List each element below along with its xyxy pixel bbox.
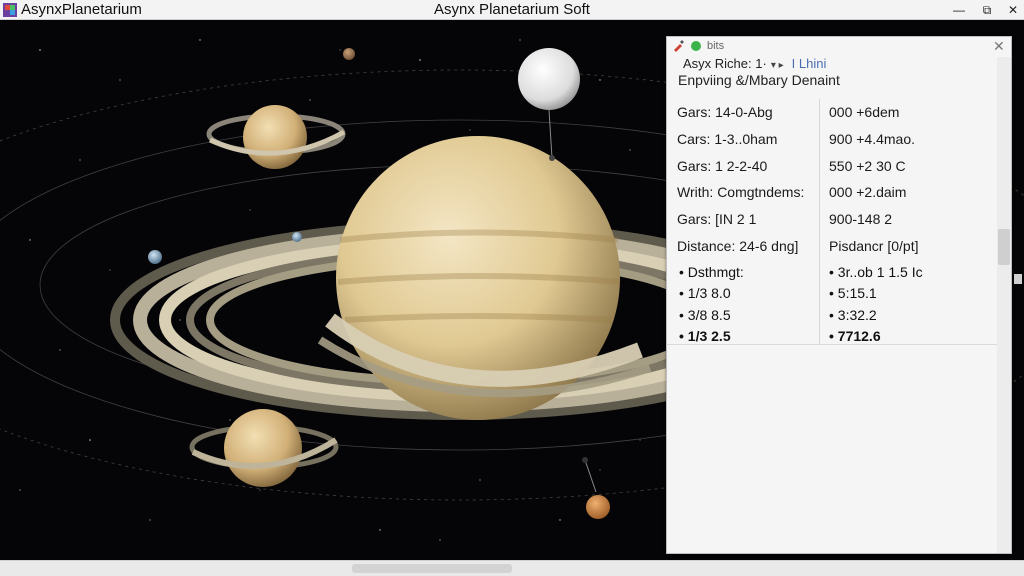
table-row[interactable]: Cars: 1-3..0ham 900 +4.4mao. bbox=[667, 126, 997, 152]
row-label: Gars: [IN 2 1 bbox=[677, 211, 757, 227]
row-value: 550 +2 30 C bbox=[829, 158, 906, 174]
subtitle-hint-link[interactable]: I Lhini bbox=[792, 56, 827, 71]
list-value: • 5:15.1 bbox=[829, 285, 877, 301]
table-row[interactable]: Gars: 14-0-Abg 000 +6dem bbox=[667, 99, 997, 125]
list-value: • 7712.6 bbox=[829, 328, 881, 344]
minimize-button[interactable]: — bbox=[950, 2, 968, 18]
white-moon[interactable] bbox=[518, 48, 580, 161]
row-value: 900-148 2 bbox=[829, 211, 893, 227]
info-panel: bits ✕ Asyx Riche: 1· ▾ ▸ I Lhini Enpviing… bbox=[666, 36, 1012, 554]
resize-handle[interactable] bbox=[1014, 274, 1022, 284]
table-row[interactable]: Gars: 1 2-2-40 550 +2 30 C bbox=[667, 153, 997, 179]
list-value: • 3:32.2 bbox=[829, 307, 877, 323]
row-label: Cars: 1-3..0ham bbox=[677, 131, 778, 147]
maximize-button[interactable]: ⧉ bbox=[978, 2, 996, 18]
tool-icon[interactable] bbox=[672, 40, 684, 52]
row-value: 000 +2.daim bbox=[829, 184, 907, 200]
brown-moon[interactable] bbox=[343, 48, 355, 60]
list-value: • 3r..ob 1 1.5 Ic bbox=[829, 264, 923, 280]
row-value: 000 +6dem bbox=[829, 104, 900, 120]
blue-moon[interactable] bbox=[292, 232, 302, 242]
table-row[interactable]: Distance: 24-6 dng] Pisdancr [0/pt] bbox=[667, 233, 997, 259]
ringed-planet-small-top[interactable] bbox=[206, 105, 346, 169]
horizontal-scrollbar-thumb[interactable] bbox=[352, 564, 512, 573]
orange-moon[interactable] bbox=[582, 457, 610, 519]
close-button[interactable]: ✕ bbox=[1004, 2, 1022, 18]
vertical-scrollbar-thumb[interactable] bbox=[998, 229, 1010, 265]
panel-tab-label[interactable]: bits bbox=[707, 40, 724, 52]
list-separator bbox=[667, 344, 997, 345]
list-item[interactable]: • 3/8 8.5 • 3:32.2 bbox=[667, 305, 997, 326]
list-label: • 3/8 8.5 bbox=[679, 307, 731, 323]
table-row[interactable]: Writh: Comgtndems: 000 +2.daim bbox=[667, 179, 997, 205]
status-indicator-icon bbox=[691, 41, 701, 51]
row-label: Distance: 24-6 dng] bbox=[677, 238, 799, 254]
row-value: Pisdancr [0/pt] bbox=[829, 238, 919, 254]
list-label: • 1/3 2.5 bbox=[679, 328, 731, 344]
panel-close-icon[interactable]: ✕ bbox=[993, 38, 1005, 55]
row-label: Writh: Comgtndems: bbox=[677, 184, 805, 200]
window-title: Asynx Planetarium Soft bbox=[434, 1, 590, 18]
list-label: • 1/3 8.0 bbox=[679, 285, 731, 301]
panel-subtitle-line-1: Asyx Riche: 1· ▾ ▸ I Lhini bbox=[683, 56, 826, 71]
vertical-scrollbar[interactable] bbox=[997, 57, 1011, 553]
blue-moon[interactable] bbox=[148, 250, 162, 264]
title-bar: AsynxPlanetarium Asynx Planetarium Soft … bbox=[0, 0, 1024, 20]
subtitle-text: Asyx Riche: 1· bbox=[683, 56, 767, 71]
panel-header: bits ✕ bbox=[667, 37, 1011, 57]
list-item[interactable]: • 1/3 8.0 • 5:15.1 bbox=[667, 283, 997, 304]
row-label: Gars: 14-0-Abg bbox=[677, 104, 773, 120]
table-row[interactable]: Gars: [IN 2 1 900-148 2 bbox=[667, 206, 997, 232]
horizontal-scrollbar[interactable] bbox=[0, 560, 1024, 576]
ringed-planet-small-bottom[interactable] bbox=[189, 409, 339, 487]
dropdown-arrow-icon[interactable]: ▾ ▸ bbox=[771, 60, 784, 71]
list-label: • Dsthmgt: bbox=[679, 264, 744, 280]
panel-subtitle-line-2: Enpviing &/Mbary Denaint bbox=[678, 72, 840, 88]
row-label: Gars: 1 2-2-40 bbox=[677, 158, 768, 174]
row-value: 900 +4.4mao. bbox=[829, 131, 916, 147]
list-item[interactable]: • Dsthmgt: • 3r..ob 1 1.5 Ic bbox=[667, 262, 997, 283]
